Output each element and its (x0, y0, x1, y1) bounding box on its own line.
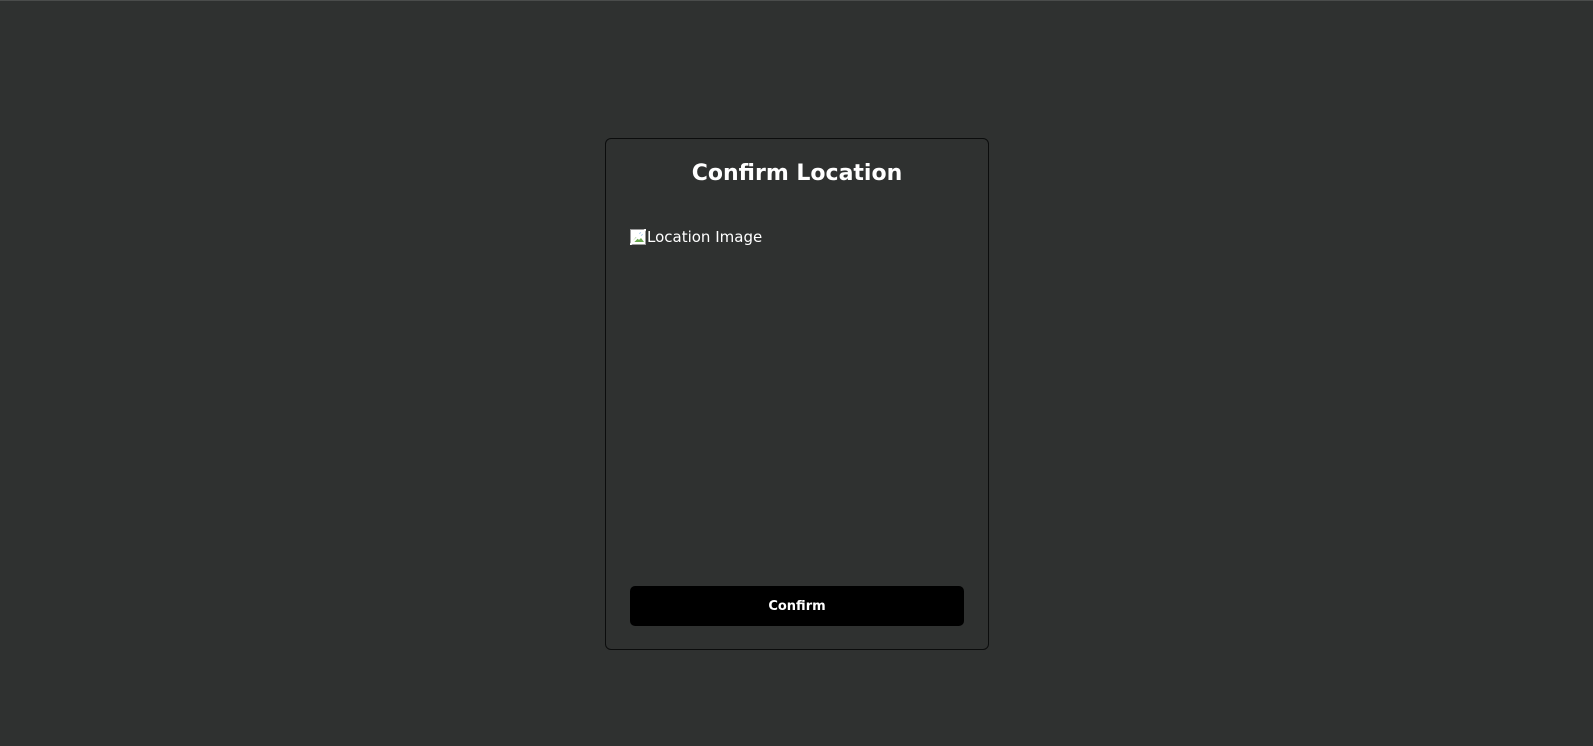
dialog-title: Confirm Location (691, 161, 903, 186)
confirm-button[interactable]: Confirm (630, 586, 964, 626)
broken-image-icon (629, 228, 647, 246)
location-image: Location Image (629, 228, 964, 564)
location-image-placeholder: Location Image (629, 228, 964, 246)
location-image-alt-text: Location Image (647, 228, 763, 246)
confirm-location-card: Confirm Location Location Image Confirm (605, 138, 989, 650)
